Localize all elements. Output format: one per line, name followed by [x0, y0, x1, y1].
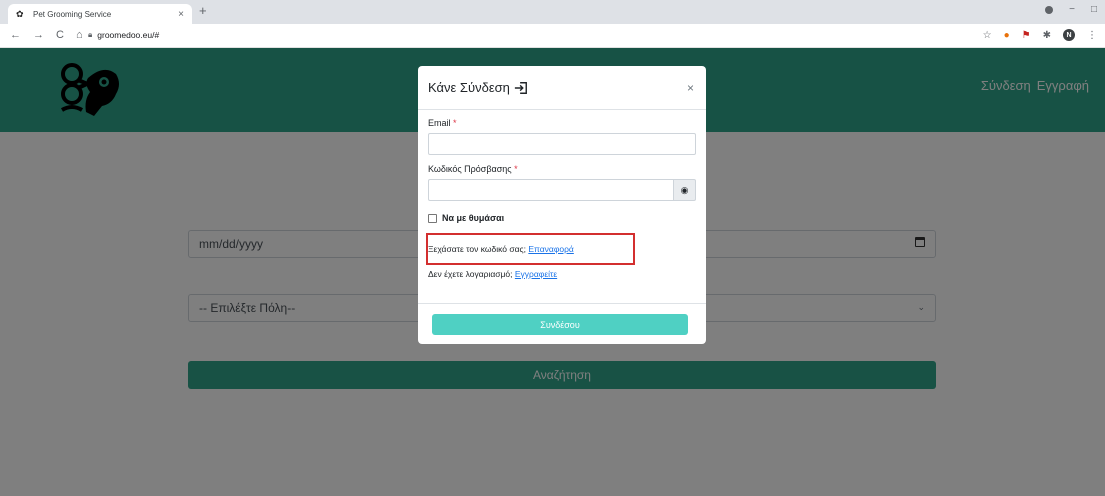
highlight-box [426, 233, 635, 265]
forward-button[interactable]: → [33, 29, 44, 41]
extensions-bar: ☆ ● ⚑ ✱ N ⋮ [983, 29, 1097, 41]
modal-footer: Συνδέσου [418, 303, 706, 344]
password-field[interactable] [428, 179, 674, 201]
profile-avatar[interactable]: N [1063, 29, 1075, 41]
maximize-button[interactable]: □ [1091, 4, 1097, 15]
tab-close-icon[interactable]: × [178, 9, 184, 20]
remember-label: Να με θυμάσαι [442, 213, 505, 223]
remember-me[interactable]: Να με θυμάσαι [428, 213, 696, 223]
login-icon [514, 81, 527, 94]
media-icon[interactable] [1045, 6, 1054, 14]
password-label: Κωδικός Πρόσβασης * [428, 164, 518, 174]
lock-icon: 🔒︎ [88, 30, 93, 39]
email-field[interactable] [428, 133, 696, 155]
star-icon[interactable]: ☆ [983, 30, 992, 41]
modal-title-text: Κάνε Σύνδεση [428, 80, 510, 95]
url-text: groomedoo.eu/# [97, 30, 160, 40]
password-group: ◉ [428, 179, 696, 201]
login-modal: Κάνε Σύνδεση × Email * Κωδικός Πρόσβασης… [418, 66, 706, 344]
url-field[interactable]: 🔒︎ groomedoo.eu/# [88, 30, 159, 40]
no-account-row: Δεν έχετε λογαριασμό; Εγγραφείτε [428, 269, 696, 279]
browser-tab[interactable]: ✿ Pet Grooming Service × [8, 4, 192, 24]
new-tab-button[interactable]: + [199, 3, 207, 18]
home-button[interactable]: ⌂ [76, 29, 83, 41]
register-link[interactable]: Εγγραφείτε [515, 269, 557, 279]
address-bar-row: ← → C ⌂ 🔒︎ groomedoo.eu/# ☆ ● ⚑ ✱ N ⋮ [0, 24, 1105, 48]
modal-body: Email * Κωδικός Πρόσβασης * ◉ Να με θυμά… [418, 110, 706, 279]
browser-tabbar: ✿ Pet Grooming Service × + − □ [0, 0, 1105, 24]
close-icon[interactable]: × [687, 81, 694, 95]
nav-buttons: ← → C ⌂ [10, 29, 83, 41]
tab-title: Pet Grooming Service [33, 9, 112, 19]
puzzle-extensions-icon[interactable]: ✱ [1043, 30, 1051, 41]
menu-icon[interactable]: ⋮ [1087, 30, 1097, 41]
minimize-button[interactable]: − [1069, 4, 1075, 15]
required-mark: * [514, 164, 518, 174]
modal-title: Κάνε Σύνδεση [428, 80, 696, 95]
back-button[interactable]: ← [10, 29, 21, 41]
reload-button[interactable]: C [56, 29, 64, 41]
extension-icon[interactable]: ● [1004, 30, 1010, 41]
forgot-password-row: Ξεχάσατε τον κωδικό σας; Επαναφορά [426, 233, 696, 265]
required-mark: * [453, 118, 457, 128]
modal-header: Κάνε Σύνδεση × [418, 66, 706, 110]
login-button[interactable]: Συνδέσου [432, 314, 688, 335]
puzzle-favicon-icon: ✿ [16, 9, 24, 19]
window-controls: − □ [1045, 4, 1097, 15]
flag-extension-icon[interactable]: ⚑ [1022, 30, 1031, 41]
no-account-text: Δεν έχετε λογαριασμό; [428, 269, 513, 279]
email-label: Email * [428, 118, 457, 128]
remember-checkbox[interactable] [428, 213, 437, 223]
eye-icon[interactable]: ◉ [674, 179, 696, 201]
